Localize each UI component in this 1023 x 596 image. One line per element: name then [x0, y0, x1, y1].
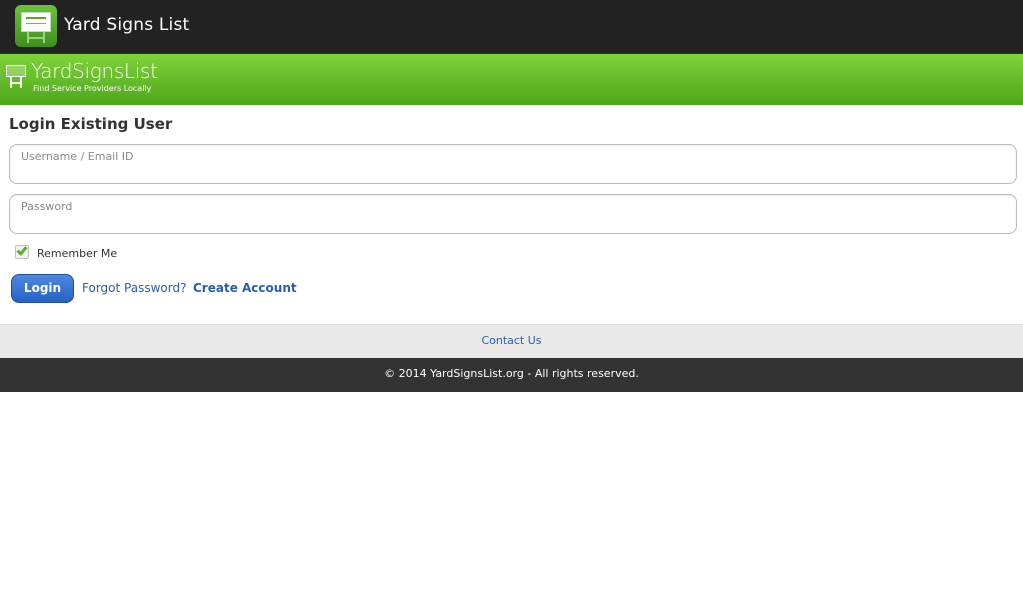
checkmark-icon [16, 244, 28, 256]
login-heading: Login Existing User [9, 115, 173, 133]
yard-sign-icon [6, 65, 26, 89]
app-logo-icon[interactable] [15, 5, 57, 47]
create-account-link[interactable]: Create Account [193, 281, 297, 295]
site-logo-text[interactable]: YardSignsList [31, 59, 158, 83]
password-input[interactable] [21, 198, 1001, 228]
site-banner: YardSignsList Find Service Providers Loc… [0, 54, 1023, 105]
login-button[interactable]: Login [11, 274, 74, 303]
forgot-password-link[interactable]: Forgot Password? [82, 281, 186, 295]
contact-us-link[interactable]: Contact Us [481, 334, 541, 347]
remember-me-checkbox[interactable] [15, 244, 29, 259]
remember-me-label[interactable]: Remember Me [37, 247, 117, 260]
yard-sign-board-icon [21, 12, 51, 32]
site-tagline: Find Service Providers Locally [33, 84, 152, 93]
app-title: Yard Signs List [64, 15, 190, 35]
app-action-bar: Yard Signs List [0, 0, 1023, 54]
password-field-container[interactable]: Password [9, 194, 1017, 234]
footer-copyright-bar: © 2014 YardSignsList.org - All rights re… [0, 358, 1023, 392]
copyright-text: © 2014 YardSignsList.org - All rights re… [384, 367, 639, 380]
footer-links-bar: Contact Us [0, 324, 1023, 358]
username-field-container[interactable]: Username / Email ID [9, 144, 1017, 184]
username-input[interactable] [21, 148, 1001, 178]
